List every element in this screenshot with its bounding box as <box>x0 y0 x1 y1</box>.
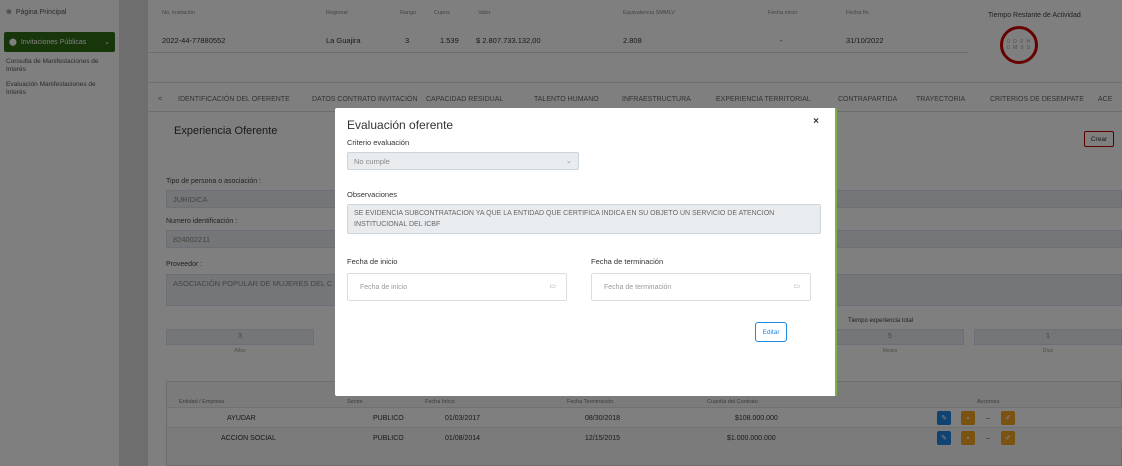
fecha-fin-placeholder: Fecha de terminación <box>604 284 672 291</box>
criterio-value: No cumple <box>354 157 390 166</box>
fecha-inicio-input[interactable]: Fecha de inicio ▭ <box>347 273 567 301</box>
observaciones-label: Observaciones <box>347 190 398 199</box>
fecha-fin-input[interactable]: Fecha de terminación ▭ <box>591 273 811 301</box>
calendar-icon[interactable]: ▭ <box>549 282 556 290</box>
chevron-down-icon: ⌄ <box>565 156 572 165</box>
criterio-label: Criterio evaluación <box>347 138 410 147</box>
fecha-fin-label: Fecha de terminación <box>591 257 664 266</box>
calendar-icon[interactable]: ▭ <box>793 282 800 290</box>
modal-title: Evaluación oferente <box>347 118 454 132</box>
observaciones-field[interactable]: SE EVIDENCIA SUBCONTRATACION YA QUE LA E… <box>347 204 821 234</box>
fecha-inicio-label: Fecha de inicio <box>347 257 398 266</box>
fecha-inicio-placeholder: Fecha de inicio <box>360 284 408 291</box>
close-icon[interactable]: × <box>813 116 819 127</box>
criterio-select[interactable]: No cumple ⌄ <box>347 152 579 170</box>
evaluation-modal: Evaluación oferente × Criterio evaluació… <box>335 108 837 396</box>
editar-button[interactable]: Editar <box>755 322 787 342</box>
